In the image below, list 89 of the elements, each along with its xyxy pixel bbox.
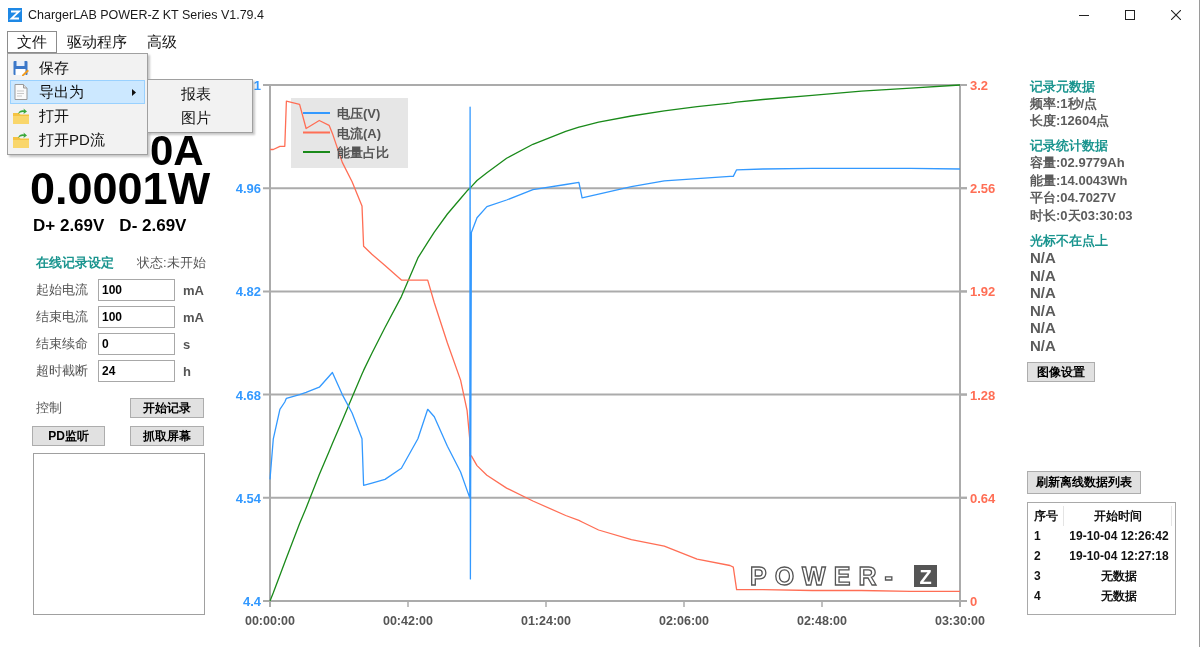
column-header: 开始时间 — [1063, 506, 1172, 526]
table-cell-text: 19-10-04 12:27:18 — [1068, 548, 1170, 565]
info-text: N/A — [1030, 284, 1056, 302]
image-settings-button[interactable]: 图像设置 — [1027, 362, 1095, 382]
table-cell-text: 1 — [1033, 528, 1042, 545]
y-axis-label: 4.54 — [235, 490, 261, 506]
maximize-icon — [1125, 10, 1135, 20]
info-text: 能量:14.0043Wh — [1030, 171, 1128, 189]
field-label: 起始电流 — [36, 281, 89, 299]
field-label: 结束续命 — [36, 335, 89, 353]
y-axis-label: 0 — [970, 594, 978, 609]
y-axis-label: 3.2 — [970, 78, 989, 93]
minimize-icon — [1079, 14, 1089, 16]
table-cell-text: 2 — [1033, 548, 1042, 565]
d-minus-reading: D- 2.69V — [119, 216, 187, 236]
input-field[interactable]: 24 — [98, 360, 175, 382]
logo-mark: Z — [914, 565, 937, 588]
info-text: N/A — [1030, 249, 1056, 267]
status-text: 状态:未开始 — [137, 255, 206, 271]
y-axis-label: 1.28 — [970, 387, 996, 403]
screenshot-button[interactable]: 抓取屏幕 — [130, 426, 204, 446]
group-title: 记录元数据 — [1030, 78, 1095, 95]
y-axis-label: 4.4 — [242, 594, 261, 609]
x-axis-label: 02:48:00 — [797, 614, 847, 628]
field-label: 超时截断 — [36, 362, 89, 380]
y-axis-label: 4.96 — [235, 181, 261, 197]
table-cell-text: 3 — [1033, 568, 1042, 585]
refresh-button[interactable]: 刷新离线数据列表 — [1027, 471, 1141, 494]
column-header: 序号 — [1033, 507, 1059, 525]
section-title: 在线记录设定 — [36, 255, 114, 271]
x-axis-label: 00:00:00 — [245, 614, 295, 628]
logo-text: POWER- — [750, 562, 901, 590]
document-icon — [13, 84, 29, 100]
unit-label: mA — [183, 282, 204, 298]
info-text: 频率:1秒/点 — [1030, 95, 1098, 112]
input-field[interactable]: 0 — [98, 333, 175, 355]
legend-label: 电流(A) — [337, 125, 382, 141]
save-icon — [13, 60, 29, 76]
x-axis-label: 00:42:00 — [383, 614, 433, 628]
y-axis-label: 0.64 — [970, 490, 996, 506]
group-title: 光标不在点上 — [1030, 232, 1108, 249]
field-label: 结束电流 — [36, 308, 89, 326]
x-axis-label: 01:24:00 — [521, 614, 571, 628]
y-axis-label: 1.92 — [970, 284, 996, 300]
submenu-item[interactable]: 报表 — [150, 82, 250, 106]
x-axis-label: 02:06:00 — [659, 614, 709, 628]
d-plus-reading: D+ 2.69V — [33, 216, 105, 236]
menu-item[interactable]: 打开 — [10, 104, 145, 128]
app-logo-icon — [8, 8, 22, 22]
menu-bar-item[interactable]: 高级 — [137, 31, 187, 53]
power-reading: 0.0001W — [30, 167, 211, 211]
record-button[interactable]: 开始记录 — [130, 398, 204, 418]
info-text: N/A — [1030, 301, 1056, 319]
close-icon — [1171, 10, 1181, 20]
group-title: 记录统计数据 — [1030, 137, 1108, 154]
y-axis-label: 4.68 — [235, 387, 261, 403]
table-cell-text: 19-10-04 12:26:42 — [1068, 528, 1170, 545]
submenu-item[interactable]: 图片 — [150, 106, 250, 130]
menu-item[interactable]: 导出为 — [10, 80, 145, 104]
info-text: 长度:12604点 — [1030, 112, 1110, 129]
input-field[interactable]: 100 — [98, 306, 175, 328]
current-reading: 0A — [150, 135, 204, 166]
input-field[interactable]: 100 — [98, 279, 175, 301]
menu-bar-item[interactable]: 文件 — [7, 31, 57, 53]
folder-icon — [13, 132, 29, 148]
info-text: N/A — [1030, 336, 1056, 354]
table-cell-text: 无数据 — [1100, 587, 1138, 605]
menu-item[interactable]: 打开PD流 — [10, 128, 145, 152]
table-cell-text: 无数据 — [1100, 567, 1138, 585]
x-axis-label: 03:30:00 — [935, 614, 985, 628]
info-text: 平台:04.7027V — [1030, 189, 1116, 207]
info-text: 容量:02.9779Ah — [1030, 154, 1125, 172]
y-axis-label: 4.82 — [235, 284, 261, 300]
y-axis-label: 1 — [253, 78, 261, 93]
legend-label: 电压(V) — [337, 106, 381, 121]
unit-label: mA — [183, 309, 204, 325]
unit-label: h — [183, 363, 191, 379]
menu-bar-item[interactable]: 驱动程序 — [57, 31, 137, 53]
menu-item[interactable]: 保存 — [10, 56, 145, 80]
table-cell-text: 4 — [1033, 588, 1042, 605]
pd-monitor-button[interactable]: PD监听 — [32, 426, 105, 446]
info-text: N/A — [1030, 319, 1056, 337]
unit-label: s — [183, 336, 191, 352]
window-title: ChargerLAB POWER-Z KT Series V1.79.4 — [28, 8, 264, 22]
control-label: 控制 — [36, 399, 62, 417]
info-text: N/A — [1030, 266, 1056, 284]
folder-icon — [13, 108, 29, 124]
y-axis-label: 2.56 — [970, 181, 996, 197]
info-text: 时长:0天03:30:03 — [1030, 206, 1133, 224]
